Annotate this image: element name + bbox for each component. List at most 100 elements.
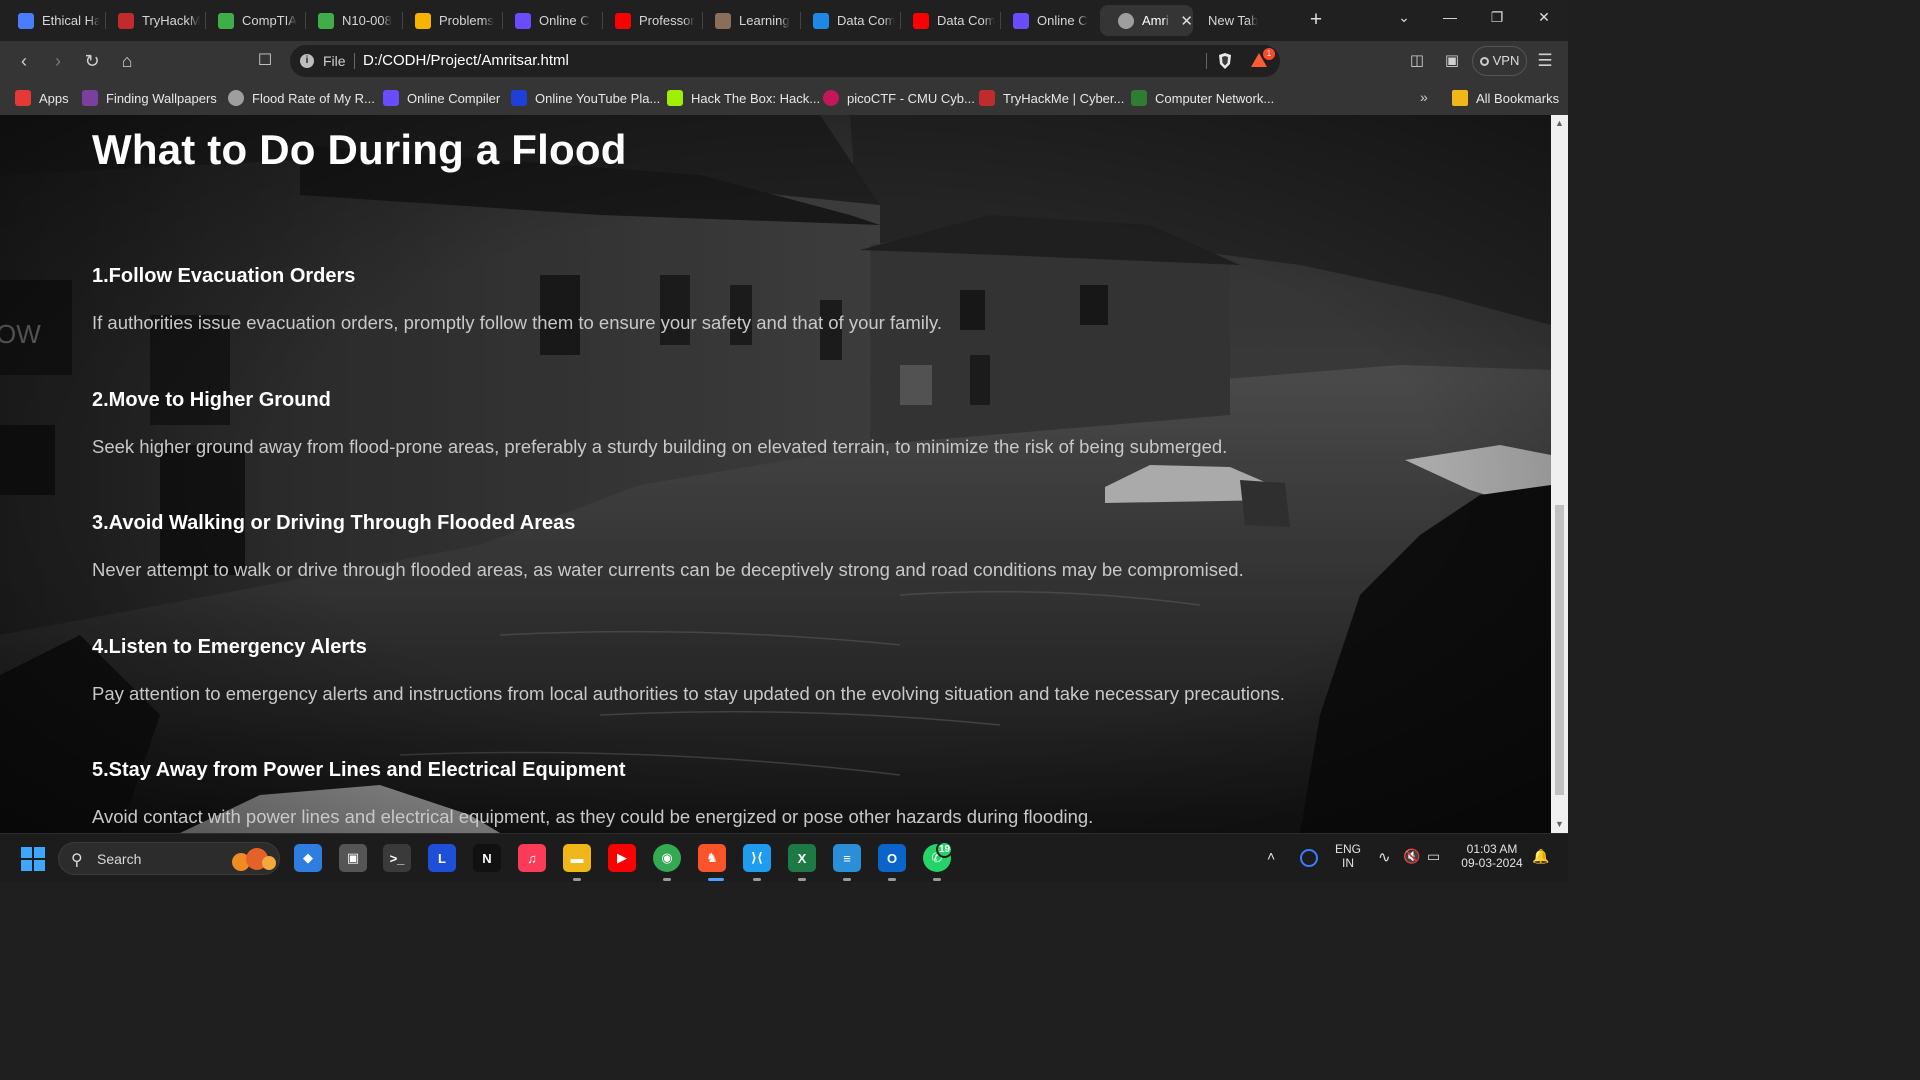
brave-shield-icon[interactable] bbox=[1217, 52, 1233, 70]
maximize-icon[interactable]: ❐ bbox=[1477, 6, 1517, 28]
address-bar[interactable]: i File D:/CODH/Project/Amritsar.html 1 bbox=[290, 45, 1280, 77]
browser-window: Ethical Ha TryHackM CompTIA N10-008 Problems… bbox=[0, 0, 1568, 882]
bookmark-item[interactable]: Online Compiler bbox=[383, 88, 500, 108]
bookmark-item[interactable]: Flood Rate of My R... bbox=[228, 88, 375, 108]
step-title: 5.Stay Away from Power Lines and Electri… bbox=[92, 759, 626, 781]
wallet-icon[interactable]: ▣ bbox=[1442, 51, 1462, 71]
notification-bell-icon[interactable]: 🔔 bbox=[1532, 848, 1549, 865]
tab-1[interactable]: Ethical Ha bbox=[8, 5, 100, 36]
wallpaper-icon bbox=[82, 90, 98, 106]
tab-13[interactable]: New Tab bbox=[1198, 5, 1298, 36]
bookmark-icon[interactable]: ☐ bbox=[254, 50, 276, 72]
app-glyph: ◉ bbox=[661, 850, 673, 865]
search-icon: ⚲ bbox=[71, 852, 83, 869]
tab-12[interactable]: Amrit ✕ bbox=[1100, 5, 1193, 36]
tab-4[interactable]: N10-008 bbox=[308, 5, 400, 36]
scroll-up-icon[interactable]: ▲ bbox=[1551, 115, 1568, 132]
close-tab-icon[interactable]: ✕ bbox=[1180, 12, 1193, 30]
bookmark-item[interactable]: Computer Network... bbox=[1131, 88, 1274, 108]
tab-separator bbox=[402, 12, 403, 29]
scroll-thumb[interactable] bbox=[1555, 505, 1564, 795]
back-icon[interactable]: ‹ bbox=[13, 50, 35, 72]
tab-11[interactable]: Online C bbox=[1003, 5, 1093, 36]
tab-search-icon[interactable]: ⌄ bbox=[1384, 6, 1424, 28]
scroll-down-icon[interactable]: ▼ bbox=[1551, 816, 1568, 833]
tab-label: Online C bbox=[1037, 13, 1088, 28]
tab-5[interactable]: Problems bbox=[405, 5, 497, 36]
all-bookmarks-label: All Bookmarks bbox=[1476, 90, 1560, 106]
programiz-icon bbox=[383, 90, 399, 106]
bookmark-item[interactable]: Hack The Box: Hack... bbox=[667, 88, 820, 108]
terminal-icon[interactable]: >_ bbox=[383, 844, 411, 872]
vpn-button[interactable]: VPN bbox=[1472, 46, 1527, 76]
bookmark-item[interactable]: Online YouTube Pla... bbox=[511, 88, 660, 108]
tab-separator bbox=[900, 12, 901, 29]
excel-icon[interactable]: X bbox=[788, 844, 816, 872]
url-text[interactable]: D:/CODH/Project/Amritsar.html bbox=[363, 52, 569, 69]
tab-10[interactable]: Data Com bbox=[903, 5, 995, 36]
bookmarks-bar: » All Bookmarks Apps Finding Wallpapers Fl… bbox=[0, 82, 1568, 115]
bookmark-item[interactable]: TryHackMe | Cyber... bbox=[979, 88, 1124, 108]
battery-icon[interactable]: ▭ bbox=[1427, 848, 1440, 865]
windows-start-icon[interactable] bbox=[21, 847, 45, 871]
step-description: Avoid contact with power lines and elect… bbox=[92, 806, 1094, 827]
tab-7[interactable]: Professor bbox=[605, 5, 697, 36]
notion-icon[interactable]: N bbox=[473, 844, 501, 872]
file-explorer-icon[interactable]: ▬ bbox=[563, 844, 591, 872]
bookmark-item[interactable]: picoCTF - CMU Cyb... bbox=[823, 88, 975, 108]
bookmark-label: Online Compiler bbox=[407, 90, 501, 106]
brave-icon[interactable]: ♞ bbox=[698, 844, 726, 872]
vscode-icon[interactable]: ⟩⟨ bbox=[743, 844, 771, 872]
new-tab-button[interactable]: + bbox=[1305, 9, 1327, 31]
tab-2[interactable]: TryHackM bbox=[108, 5, 200, 36]
launcher-l-icon[interactable]: L bbox=[428, 844, 456, 872]
running-indicator bbox=[798, 878, 806, 881]
forward-icon[interactable]: › bbox=[47, 50, 69, 72]
youtube-app-icon[interactable]: ▶ bbox=[608, 844, 636, 872]
task-view-icon[interactable]: ▣ bbox=[339, 844, 367, 872]
app-glyph: ≡ bbox=[843, 850, 851, 866]
copilot-icon[interactable]: ◆ bbox=[294, 844, 322, 872]
taskbar-search[interactable]: ⚲ Search bbox=[58, 842, 280, 875]
tab-label: Data Com bbox=[837, 13, 895, 28]
chrome-icon[interactable]: ◉ bbox=[653, 844, 681, 872]
pdf-icon bbox=[813, 12, 829, 29]
app-glyph: X bbox=[797, 850, 807, 866]
bookmarks-overflow-icon[interactable]: » bbox=[1420, 89, 1428, 105]
notepad-icon[interactable]: ≡ bbox=[833, 844, 861, 872]
menu-icon[interactable]: ☰ bbox=[1535, 51, 1555, 71]
language-indicator[interactable]: ENG IN bbox=[1332, 842, 1364, 870]
tab-3[interactable]: CompTIA bbox=[208, 5, 300, 36]
reload-icon[interactable]: ↻ bbox=[81, 50, 103, 72]
tab-separator bbox=[800, 12, 801, 29]
htb-icon bbox=[667, 90, 683, 106]
outlook-icon[interactable]: O bbox=[878, 844, 906, 872]
clock-app-icon[interactable] bbox=[1300, 849, 1318, 867]
sidebar-icon[interactable]: ◫ bbox=[1407, 51, 1427, 71]
picoctf-icon bbox=[823, 90, 839, 106]
step-description: If authorities issue evacuation orders, … bbox=[92, 312, 943, 333]
page-scrollbar[interactable]: ▲ ▼ bbox=[1551, 115, 1568, 833]
tray-overflow-icon[interactable]: ˄ bbox=[1267, 848, 1275, 864]
tab-9[interactable]: Data Com bbox=[803, 5, 895, 36]
app-glyph: ♞ bbox=[706, 850, 718, 865]
volume-muted-icon[interactable]: 🔇 bbox=[1403, 848, 1420, 865]
clock[interactable]: 01:03 AM 09-03-2024 bbox=[1456, 842, 1528, 870]
music-icon[interactable]: ♫ bbox=[518, 844, 546, 872]
window-close-icon[interactable]: ✕ bbox=[1524, 6, 1564, 28]
minimize-icon[interactable]: — bbox=[1430, 6, 1470, 28]
bookmark-label: Apps bbox=[39, 90, 69, 106]
tab-separator bbox=[602, 12, 603, 29]
tab-6[interactable]: Online C bbox=[505, 5, 597, 36]
tab-label: Ethical Ha bbox=[42, 13, 100, 28]
tab-8[interactable]: Learning bbox=[705, 5, 797, 36]
wifi-icon[interactable]: ∿ bbox=[1378, 848, 1391, 866]
bookmark-item[interactable]: Apps bbox=[15, 88, 69, 108]
info-icon[interactable]: i bbox=[300, 54, 314, 68]
comptia-icon bbox=[218, 12, 234, 29]
bookmark-item[interactable]: Finding Wallpapers bbox=[82, 88, 217, 108]
app-glyph: O bbox=[886, 850, 898, 866]
all-bookmarks-button[interactable]: All Bookmarks bbox=[1452, 88, 1559, 108]
tab-strip: Ethical Ha TryHackM CompTIA N10-008 Problems… bbox=[0, 0, 1568, 41]
home-icon[interactable]: ⌂ bbox=[116, 50, 138, 72]
